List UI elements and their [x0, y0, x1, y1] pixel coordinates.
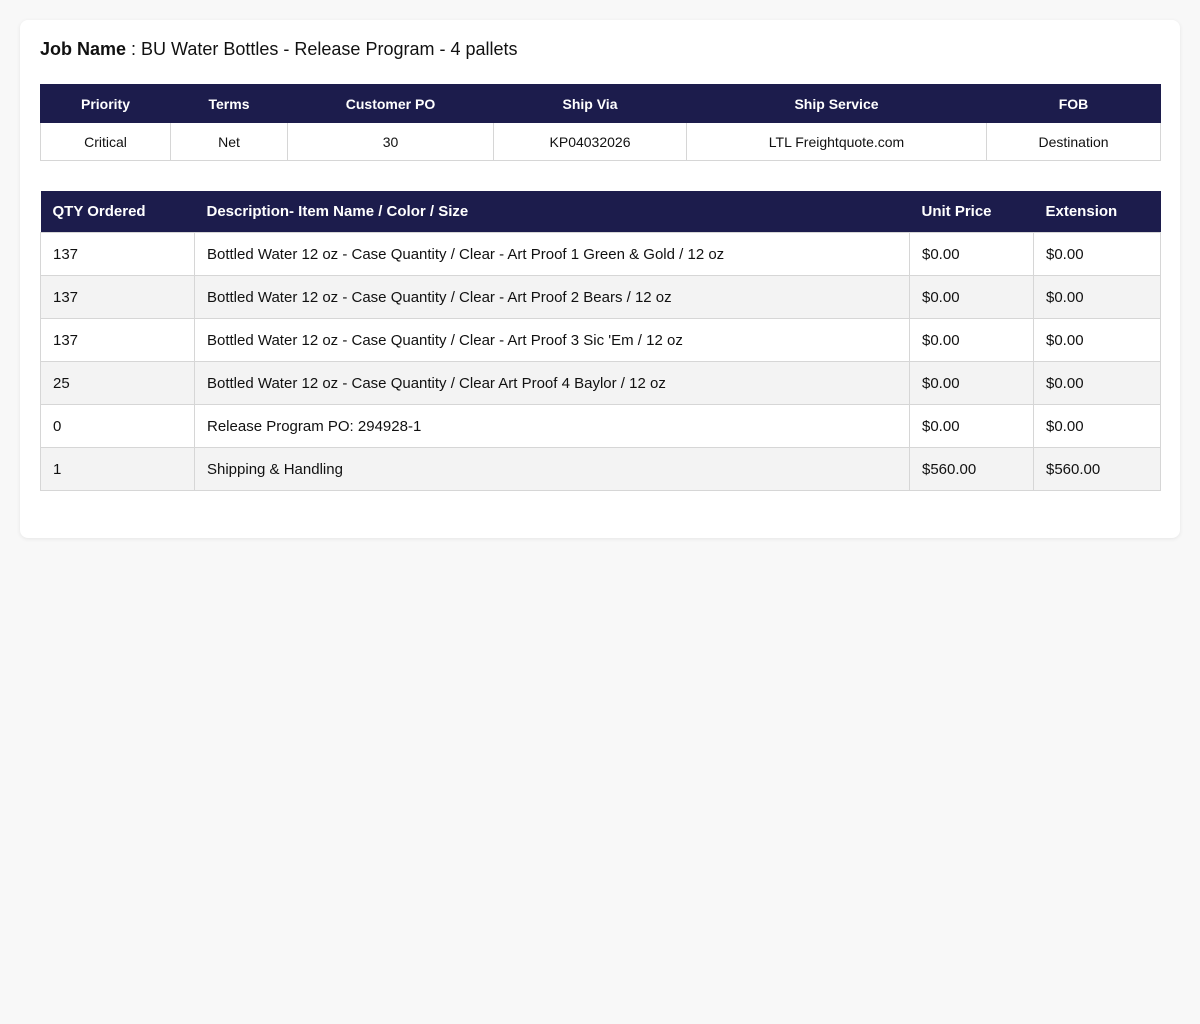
- table-row: 137 Bottled Water 12 oz - Case Quantity …: [40, 275, 1161, 319]
- order-info-header-row: Priority Terms Customer PO Ship Via Ship…: [40, 84, 1161, 123]
- unit-price-cell: $0.00: [909, 404, 1034, 448]
- description-cell: Bottled Water 12 oz - Case Quantity / Cl…: [194, 232, 910, 276]
- value-fob: Destination: [986, 122, 1161, 161]
- order-info-table: Priority Terms Customer PO Ship Via Ship…: [40, 84, 1161, 161]
- line-items-table: QTY Ordered Description- Item Name / Col…: [40, 191, 1161, 491]
- job-name-value: : BU Water Bottles - Release Program - 4…: [126, 39, 518, 59]
- description-cell: Shipping & Handling: [194, 447, 910, 491]
- qty-cell: 25: [40, 361, 195, 405]
- table-row: 137 Bottled Water 12 oz - Case Quantity …: [40, 318, 1161, 362]
- order-info-value-row: Critical Net 30 KP04032026 LTL Freightqu…: [40, 122, 1161, 161]
- qty-cell: 137: [40, 318, 195, 362]
- value-ship-service: LTL Freightquote.com: [686, 122, 987, 161]
- table-row: 137 Bottled Water 12 oz - Case Quantity …: [40, 232, 1161, 276]
- extension-cell: $0.00: [1033, 361, 1161, 405]
- job-name-heading: Job Name : BU Water Bottles - Release Pr…: [40, 38, 1160, 60]
- qty-cell: 137: [40, 275, 195, 319]
- header-fob: FOB: [986, 84, 1161, 123]
- value-ship-via: KP04032026: [493, 122, 687, 161]
- header-ship-service: Ship Service: [686, 84, 987, 123]
- table-row: 1 Shipping & Handling $560.00 $560.00: [40, 447, 1161, 491]
- header-qty-ordered: QTY Ordered: [40, 191, 195, 233]
- value-terms: Net: [170, 122, 288, 161]
- qty-cell: 1: [40, 447, 195, 491]
- unit-price-cell: $0.00: [909, 318, 1034, 362]
- header-terms: Terms: [170, 84, 288, 123]
- unit-price-cell: $0.00: [909, 361, 1034, 405]
- extension-cell: $0.00: [1033, 275, 1161, 319]
- extension-cell: $0.00: [1033, 404, 1161, 448]
- line-items-header-row: QTY Ordered Description- Item Name / Col…: [40, 191, 1161, 233]
- header-description: Description- Item Name / Color / Size: [194, 191, 910, 233]
- job-name-label: Job Name: [40, 39, 127, 59]
- extension-cell: $0.00: [1033, 318, 1161, 362]
- unit-price-cell: $0.00: [909, 232, 1034, 276]
- description-cell: Bottled Water 12 oz - Case Quantity / Cl…: [194, 361, 910, 405]
- header-ship-via: Ship Via: [493, 84, 687, 123]
- description-cell: Release Program PO: 294928-1: [194, 404, 910, 448]
- extension-cell: $560.00: [1033, 447, 1161, 491]
- job-card: Job Name : BU Water Bottles - Release Pr…: [20, 20, 1180, 538]
- table-row: 25 Bottled Water 12 oz - Case Quantity /…: [40, 361, 1161, 405]
- table-row: 0 Release Program PO: 294928-1 $0.00 $0.…: [40, 404, 1161, 448]
- qty-cell: 0: [40, 404, 195, 448]
- extension-cell: $0.00: [1033, 232, 1161, 276]
- header-unit-price: Unit Price: [909, 191, 1034, 233]
- unit-price-cell: $0.00: [909, 275, 1034, 319]
- description-cell: Bottled Water 12 oz - Case Quantity / Cl…: [194, 275, 910, 319]
- header-customer-po: Customer PO: [287, 84, 494, 123]
- qty-cell: 137: [40, 232, 195, 276]
- unit-price-cell: $560.00: [909, 447, 1034, 491]
- description-cell: Bottled Water 12 oz - Case Quantity / Cl…: [194, 318, 910, 362]
- header-priority: Priority: [40, 84, 171, 123]
- value-customer-po: 30: [287, 122, 494, 161]
- header-extension: Extension: [1033, 191, 1161, 233]
- value-priority: Critical: [40, 122, 171, 161]
